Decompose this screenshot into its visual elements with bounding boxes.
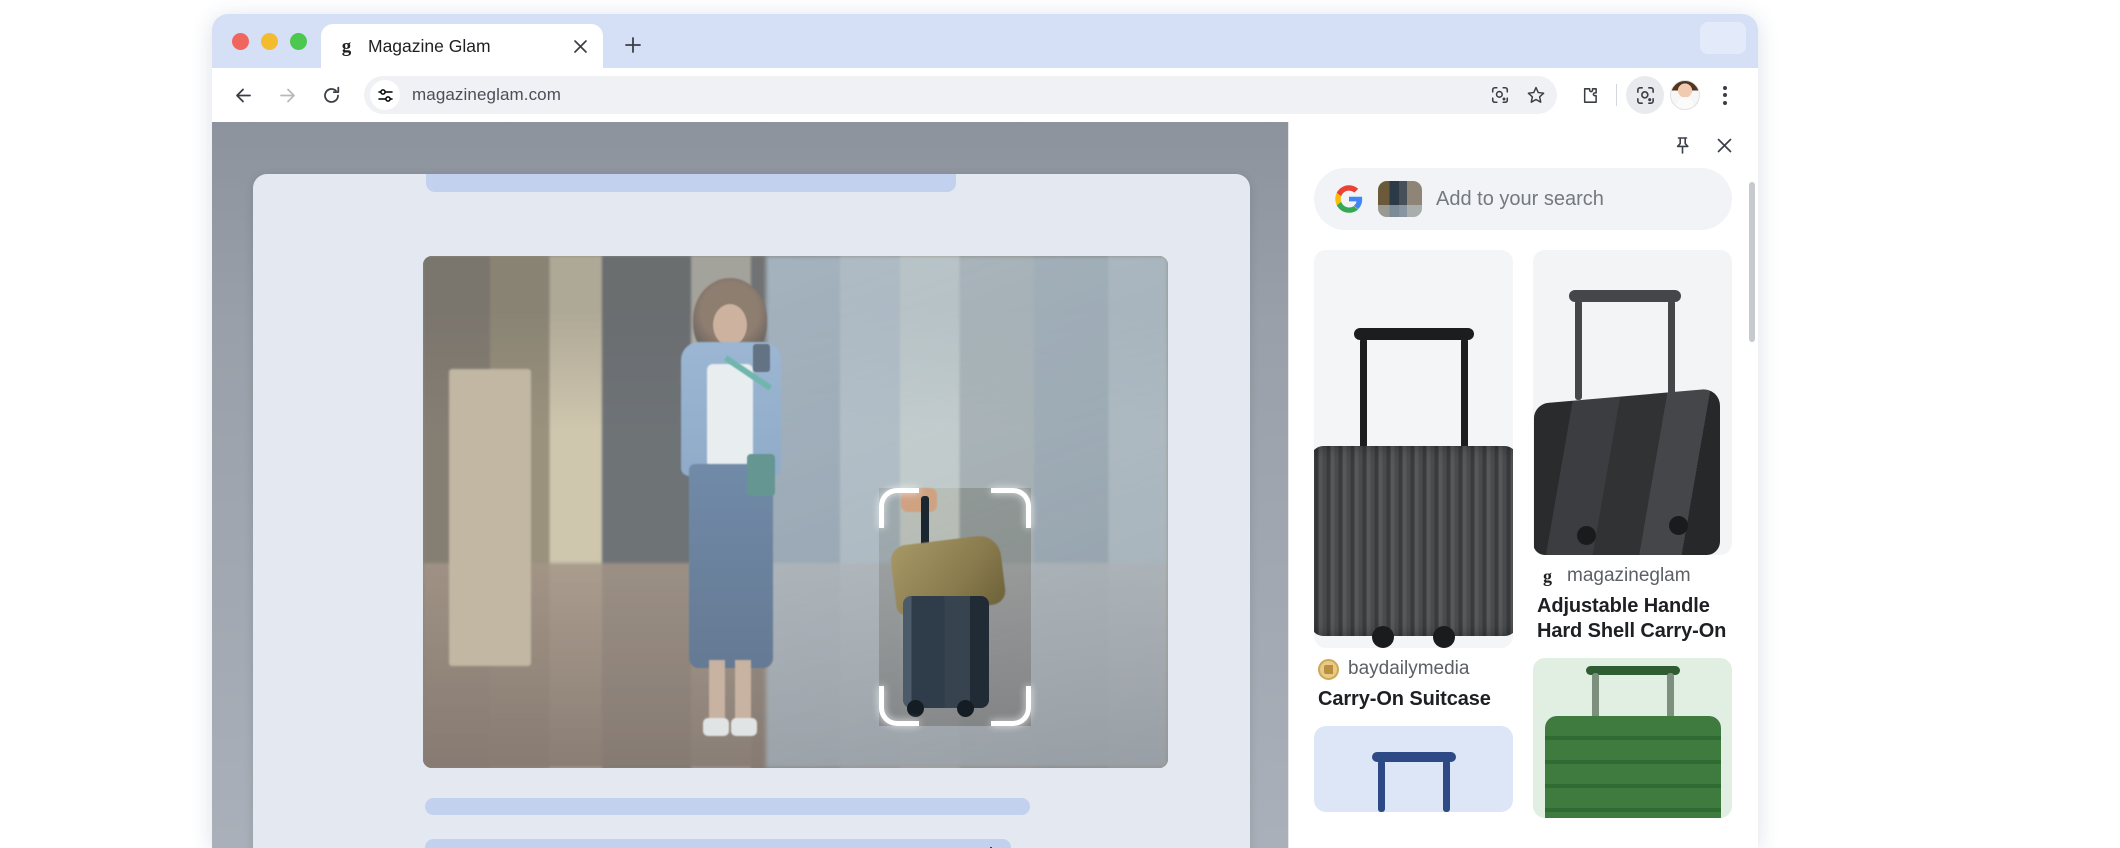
suitcase-shell xyxy=(1533,387,1720,555)
window-traffic-lights xyxy=(226,14,321,68)
suitcase-shell xyxy=(1544,716,1721,819)
baydailymedia-favicon-icon xyxy=(1318,658,1339,680)
screen: g Magazine Glam magazineglam.com Add to … xyxy=(0,0,2120,848)
results-column-right: g magazineglam Adjustable Handle Hard Sh… xyxy=(1533,250,1732,832)
query-image-thumbnail[interactable] xyxy=(1378,181,1422,217)
suitcase-wheel-right xyxy=(1433,626,1455,648)
close-panel-icon[interactable] xyxy=(1708,129,1740,161)
result-source-name: magazineglam xyxy=(1567,565,1691,586)
toolbar-divider xyxy=(1616,84,1617,106)
suitcase-wheel-right xyxy=(957,700,974,717)
lens-crop-selection[interactable] xyxy=(879,488,1031,726)
new-tab-button[interactable] xyxy=(613,25,653,65)
article-card xyxy=(253,174,1250,848)
crop-handle-bottom-right[interactable] xyxy=(991,686,1031,726)
crop-handle-top-left[interactable] xyxy=(879,488,919,528)
profile-avatar[interactable] xyxy=(1670,80,1700,110)
result-card-adjustable-handle-hard-shell[interactable]: g magazineglam Adjustable Handle Hard Sh… xyxy=(1533,250,1732,644)
tab-strip-empty-area[interactable] xyxy=(653,14,1758,68)
tab-title: Magazine Glam xyxy=(368,35,491,56)
result-card-green-suitcase-partial[interactable] xyxy=(1533,658,1732,819)
forward-button[interactable] xyxy=(266,74,308,116)
bookmark-star-icon[interactable] xyxy=(1519,78,1553,112)
crop-handle-bottom-left[interactable] xyxy=(879,686,919,726)
address-bar[interactable]: magazineglam.com xyxy=(364,76,1557,114)
lens-dim-overlay xyxy=(423,256,1168,768)
suitcase-shell xyxy=(1314,446,1513,636)
omnibox-actions xyxy=(1483,78,1557,112)
result-title: Adjustable Handle Hard Shell Carry-On xyxy=(1537,595,1727,643)
google-g-logo-icon xyxy=(1334,184,1364,214)
results-column-left: baydailymedia Carry-On Suitcase xyxy=(1314,250,1513,832)
result-source: g magazineglam xyxy=(1537,565,1728,587)
suitcase-handle xyxy=(1568,290,1681,400)
suitcase-wheel-left xyxy=(1577,526,1596,545)
result-thumbnail[interactable] xyxy=(1314,250,1513,648)
extensions-puzzle-icon[interactable] xyxy=(1569,76,1607,114)
search-input-placeholder[interactable]: Add to your search xyxy=(1436,188,1604,211)
suitcase-handle xyxy=(1353,328,1474,450)
hero-image[interactable] xyxy=(423,256,1168,768)
minimize-window-button[interactable] xyxy=(261,32,278,50)
result-thumbnail[interactable] xyxy=(1533,658,1732,819)
tab-close-icon[interactable] xyxy=(570,36,590,56)
three-dot-menu-icon[interactable] xyxy=(1706,76,1744,114)
pin-icon[interactable] xyxy=(1666,129,1698,161)
skeleton-bar-body-1 xyxy=(425,798,1030,815)
result-card-carry-on-suitcase[interactable]: baydailymedia Carry-On Suitcase xyxy=(1314,250,1513,712)
skeleton-bar-top xyxy=(426,174,956,192)
tab-magazine-glam[interactable]: g Magazine Glam xyxy=(321,24,603,68)
skeleton-bar-body-2 xyxy=(425,839,1011,848)
side-panel-scrollbar[interactable] xyxy=(1749,182,1755,842)
content-area: Add to your search baydailymedia Carry-O… xyxy=(212,122,1758,848)
address-bar-url: magazineglam.com xyxy=(412,85,561,104)
browser-toolbar: magazineglam.com xyxy=(212,68,1758,122)
result-thumbnail[interactable] xyxy=(1533,250,1732,555)
close-window-button[interactable] xyxy=(232,32,249,50)
suitcase-wheel-left xyxy=(1372,626,1394,648)
site-settings-tune-icon[interactable] xyxy=(370,80,400,110)
tab-favicon-icon: g xyxy=(341,35,352,57)
maximize-window-button[interactable] xyxy=(290,32,307,50)
magazineglam-favicon-icon: g xyxy=(1543,565,1552,586)
suitcase-handle xyxy=(1371,752,1456,813)
google-lens-icon[interactable] xyxy=(1483,78,1517,112)
crop-handle-top-right[interactable] xyxy=(991,488,1031,528)
visual-search-results-grid: baydailymedia Carry-On Suitcase g magazi… xyxy=(1314,250,1732,832)
suitcase-handle xyxy=(1585,666,1680,724)
tab-strip: g Magazine Glam xyxy=(212,14,1758,68)
side-panel-body: Add to your search baydailymedia Carry-O… xyxy=(1288,168,1758,848)
result-meta: baydailymedia Carry-On Suitcase xyxy=(1314,648,1513,712)
suitcase-wheel-right xyxy=(1669,516,1688,535)
lens-side-panel: Add to your search baydailymedia Carry-O… xyxy=(1288,122,1758,848)
reload-button[interactable] xyxy=(310,74,352,116)
browser-window: g Magazine Glam magazineglam.com Add to … xyxy=(212,14,1758,848)
result-source: baydailymedia xyxy=(1318,658,1509,680)
side-panel-header xyxy=(1288,122,1758,168)
side-panel-scrollbar-thumb[interactable] xyxy=(1749,182,1755,342)
window-controls-placeholder xyxy=(1700,22,1746,54)
result-source-name: baydailymedia xyxy=(1348,658,1470,679)
back-button[interactable] xyxy=(222,74,264,116)
result-thumbnail[interactable] xyxy=(1314,726,1513,813)
web-page-viewport[interactable] xyxy=(212,122,1288,848)
add-to-search-bar[interactable]: Add to your search xyxy=(1314,168,1732,230)
result-card-blue-suitcase-partial[interactable] xyxy=(1314,726,1513,813)
result-title: Carry-On Suitcase xyxy=(1318,688,1491,710)
google-lens-panel-toggle-icon[interactable] xyxy=(1626,76,1664,114)
result-meta: g magazineglam Adjustable Handle Hard Sh… xyxy=(1533,555,1732,644)
